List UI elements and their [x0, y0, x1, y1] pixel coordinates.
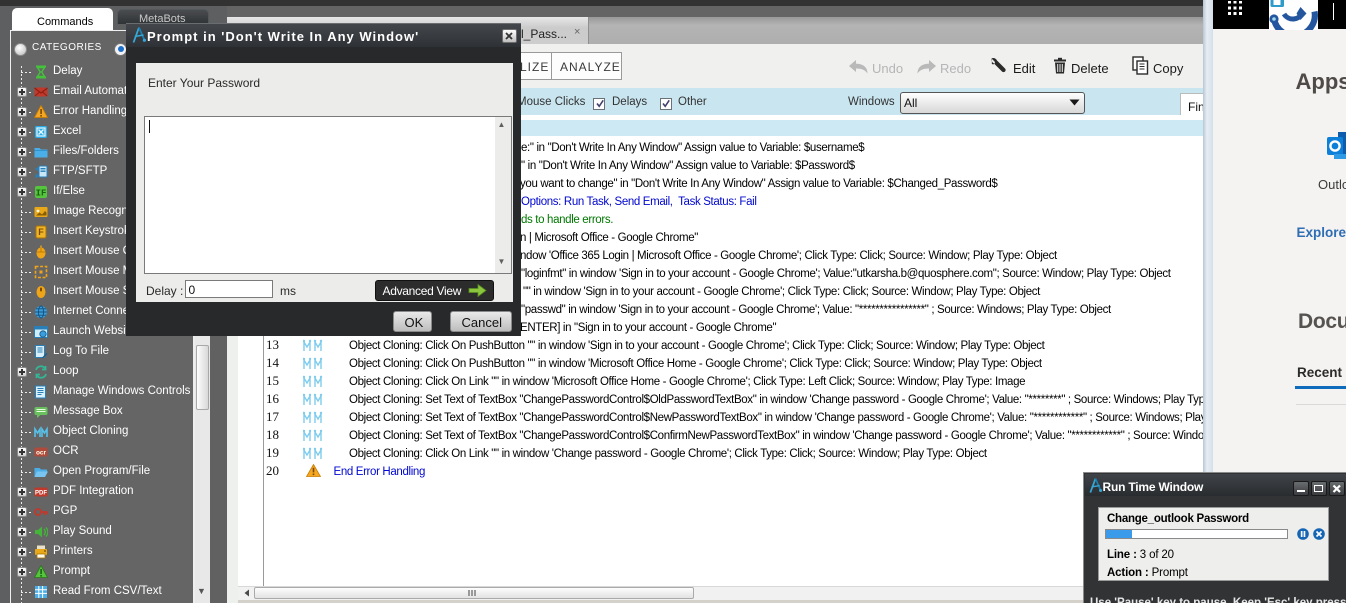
- svg-text:IF: IF: [35, 189, 46, 199]
- svg-text:PDF: PDF: [35, 491, 47, 497]
- svg-text:F: F: [38, 227, 44, 237]
- svg-text:ocr: ocr: [35, 450, 46, 457]
